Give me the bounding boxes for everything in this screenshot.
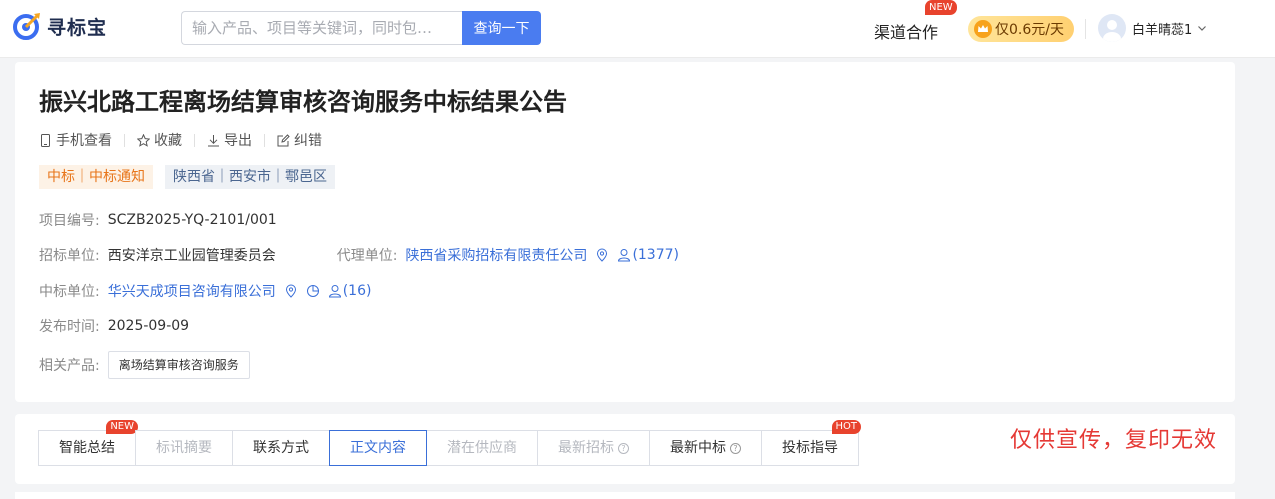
phone-icon — [41, 133, 50, 147]
vip-label: 仅0.6元/天 — [995, 22, 1064, 38]
notice-tags: 中标｜中标通知 陕西省｜西安市｜鄠邑区 — [39, 165, 347, 189]
channel-cooperation-link[interactable]: 渠道合作 — [874, 19, 938, 43]
project-number-row: 项目编号: SCZB2025-YQ-2101/001 — [39, 210, 277, 230]
next-section-card — [15, 492, 1235, 499]
location-pin-icon[interactable] — [284, 284, 298, 298]
agency-link[interactable]: 陕西省采购招标有限责任公司 — [405, 245, 587, 265]
action-divider — [124, 133, 125, 147]
avatar — [1098, 14, 1126, 42]
tab-contact[interactable]: 联系方式 — [232, 430, 330, 466]
content-tabs: 智能总结 NEW 标讯摘要 联系方式 正文内容 潜在供应商 最新招标 ? 最新中… — [38, 420, 861, 466]
tab-notice-summary[interactable]: 标讯摘要 — [135, 430, 233, 466]
tenderer-row: 招标单位: 西安洋京工业园管理委员会 代理单位: 陕西省采购招标有限责任公司 (… — [39, 245, 679, 265]
related-product-label: 相关产品: — [39, 358, 100, 374]
header-divider — [1085, 19, 1086, 39]
user-menu[interactable]: 白羊晴蕊1 — [1098, 14, 1207, 42]
tab-label: 潜在供应商 — [447, 440, 517, 456]
publish-date-label: 发布时间: — [39, 319, 100, 335]
user-name: 白羊晴蕊1 — [1132, 22, 1193, 38]
crown-icon — [974, 20, 992, 38]
action-divider — [264, 133, 265, 147]
watermark-text: 仅供宣传，复印无效 — [1010, 428, 1218, 453]
export-button[interactable]: 导出 — [207, 130, 252, 150]
user-icon — [618, 249, 631, 262]
tab-label: 标讯摘要 — [156, 440, 212, 456]
help-icon: ? — [730, 442, 741, 454]
tab-latest-awards[interactable]: 最新中标 ? — [649, 430, 762, 466]
action-bar: 手机查看 收藏 导出 纠错 — [39, 130, 322, 150]
notice-detail-card: 振兴北路工程离场结算审核咨询服务中标结果公告 手机查看 收藏 导出 纠错 中标｜… — [15, 62, 1235, 402]
tab-potential-suppliers[interactable]: 潜在供应商 — [426, 430, 538, 466]
hot-badge: HOT — [831, 420, 861, 434]
action-divider — [194, 133, 195, 147]
tab-label: 最新中标 — [670, 440, 726, 456]
winner-link[interactable]: 华兴天成项目咨询有限公司 — [108, 281, 276, 301]
agency-label: 代理单位: — [336, 248, 398, 264]
user-icon — [328, 285, 341, 298]
logo-icon — [13, 13, 40, 40]
search-button[interactable]: 查询一下 — [462, 11, 541, 45]
logo-text: 寻标宝 — [47, 16, 108, 39]
pie-chart-icon[interactable] — [306, 284, 320, 298]
winner-count-value: (16) — [342, 283, 372, 299]
notice-type-tag: 中标｜中标通知 — [39, 165, 153, 189]
winner-count[interactable]: (16) — [328, 283, 372, 299]
project-number-label: 项目编号: — [39, 213, 100, 229]
project-number-value: SCZB2025-YQ-2101/001 — [107, 212, 277, 228]
vip-button[interactable]: 仅0.6元/天 — [968, 16, 1074, 42]
tab-latest-tenders[interactable]: 最新招标 ? — [537, 430, 650, 466]
export-label: 导出 — [224, 133, 252, 149]
related-product-tag[interactable]: 离场结算审核咨询服务 — [107, 351, 250, 379]
tenderer-value: 西安洋京工业园管理委员会 — [107, 248, 276, 264]
publish-date-value: 2025-09-09 — [107, 318, 190, 334]
tab-label: 智能总结 — [59, 440, 115, 456]
tab-label: 最新招标 — [558, 440, 614, 456]
winner-row: 中标单位: 华兴天成项目咨询有限公司 (16) — [39, 281, 371, 301]
new-badge: NEW — [106, 420, 138, 434]
tab-label: 联系方式 — [253, 440, 309, 456]
avatar-person-icon — [1103, 20, 1121, 42]
agency-count-value: (1377) — [632, 247, 679, 263]
favorite-label: 收藏 — [154, 133, 182, 149]
chevron-down-icon — [1198, 26, 1207, 31]
related-product-row: 相关产品: 离场结算审核咨询服务 — [39, 351, 250, 379]
download-icon — [208, 134, 219, 146]
edit-icon — [277, 133, 290, 146]
top-header: 寻标宝 查询一下 渠道合作 NEW 仅0.6元/天 白羊晴蕊1 — [0, 0, 1275, 58]
channel-new-badge: NEW — [925, 0, 957, 15]
page-title: 振兴北路工程离场结算审核咨询服务中标结果公告 — [39, 88, 567, 116]
report-error-label: 纠错 — [294, 133, 322, 149]
star-icon — [137, 133, 150, 147]
publish-date-row: 发布时间: 2025-09-09 — [39, 316, 189, 336]
tab-label: 投标指导 — [782, 440, 838, 456]
logo[interactable]: 寻标宝 — [12, 10, 107, 42]
favorite-button[interactable]: 收藏 — [137, 130, 182, 150]
mobile-view-label: 手机查看 — [56, 133, 112, 149]
mobile-view-button[interactable]: 手机查看 — [39, 130, 112, 150]
tab-bidding-guide[interactable]: 投标指导 HOT — [761, 420, 861, 466]
tenderer-label: 招标单位: — [39, 248, 100, 264]
region-tag: 陕西省｜西安市｜鄠邑区 — [165, 165, 335, 189]
help-icon: ? — [618, 442, 629, 454]
tab-smart-summary[interactable]: 智能总结 NEW — [38, 420, 138, 466]
winner-label: 中标单位: — [39, 284, 100, 300]
search-input[interactable] — [181, 11, 463, 45]
agency-count[interactable]: (1377) — [617, 247, 679, 263]
report-error-button[interactable]: 纠错 — [277, 130, 322, 150]
location-pin-icon[interactable] — [595, 248, 609, 262]
tab-label: 正文内容 — [350, 440, 406, 456]
tab-main-content[interactable]: 正文内容 — [329, 430, 427, 466]
